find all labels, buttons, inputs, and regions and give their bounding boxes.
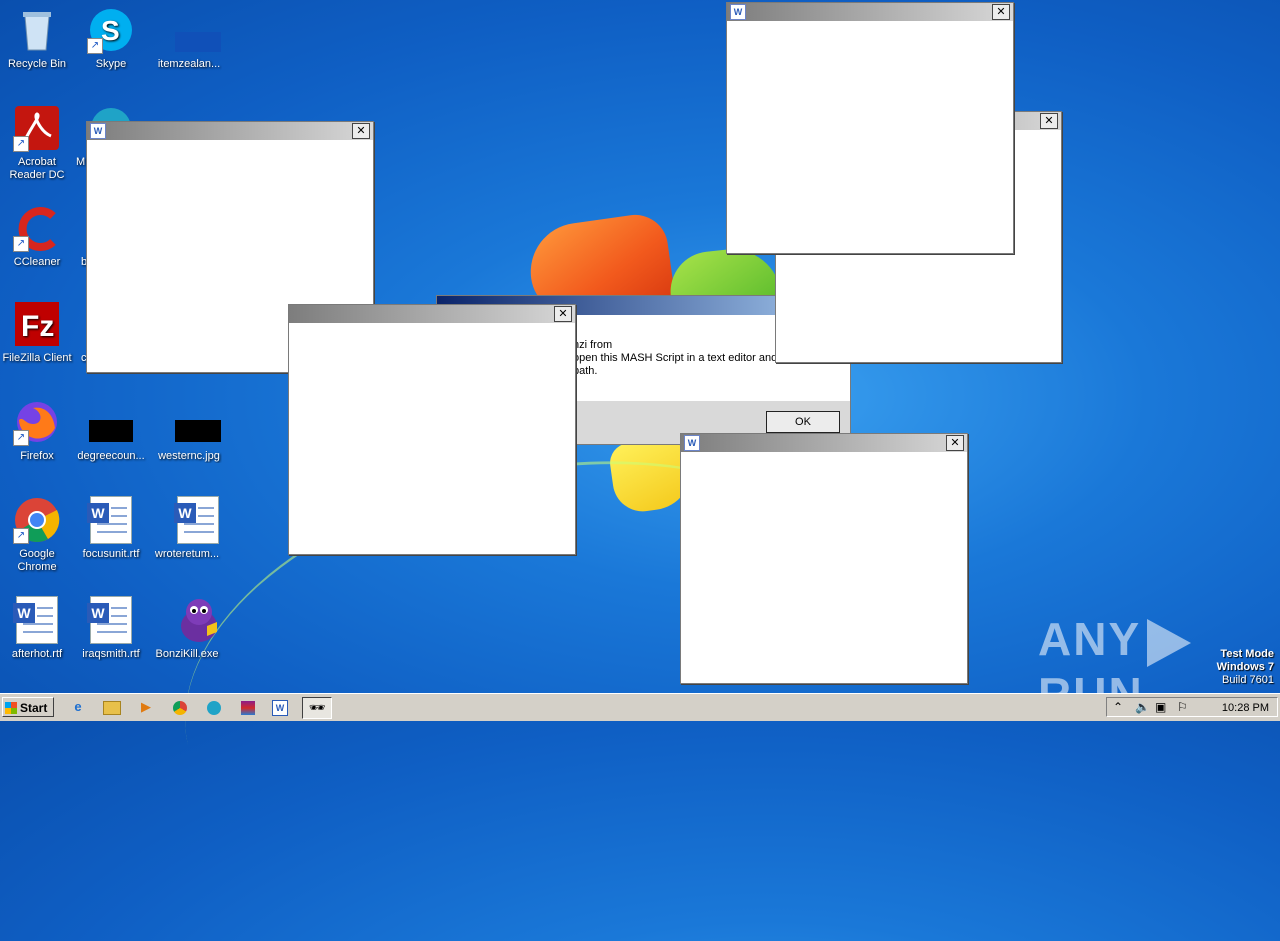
desktop-icon-acrobat[interactable]: ↗ Acrobat Reader DC (0, 104, 74, 182)
ie-icon: e (74, 699, 82, 714)
chrome-icon: ↗ (13, 496, 61, 544)
desktop-icon-itemzealan[interactable]: itemzealan... (148, 6, 222, 71)
image-thumbnail-icon (87, 398, 135, 446)
acrobat-icon: ↗ (13, 104, 61, 152)
wordpad-icon: W (90, 123, 106, 139)
ccleaner-icon: ↗ (13, 204, 61, 252)
desktop-icon-ccleaner[interactable]: ↗ CCleaner (0, 204, 74, 269)
skype-icon: S ↗ (87, 6, 135, 54)
close-icon[interactable]: ✕ (1040, 113, 1058, 129)
close-icon[interactable]: ✕ (554, 306, 572, 322)
word-document-icon: W (13, 596, 61, 644)
bonzi-icon: 🕶 (308, 700, 326, 715)
taskbar-edge[interactable] (202, 697, 226, 717)
blank-window-4[interactable]: W ✕ (680, 433, 968, 684)
close-icon[interactable]: ✕ (992, 4, 1010, 20)
start-button[interactable]: Start (2, 697, 54, 717)
action-center-flag-icon[interactable]: ⚐ (1177, 699, 1188, 715)
taskbar-chrome[interactable] (168, 697, 192, 717)
shortcut-arrow-icon: ↗ (87, 38, 103, 54)
media-player-icon: ▶ (141, 699, 151, 714)
desktop-icon-chrome[interactable]: ↗ Google Chrome (0, 496, 74, 574)
shortcut-arrow-icon: ↗ (13, 236, 29, 252)
recycle-bin-icon (13, 6, 61, 54)
desktop-icon-bonzikill[interactable]: BonziKill.exe (148, 596, 222, 661)
bonzi-purple-gorilla-icon (161, 596, 217, 644)
taskbar-ie[interactable]: e (66, 697, 90, 717)
taskbar-media-player[interactable]: ▶ (134, 697, 158, 717)
shortcut-arrow-icon: ↗ (13, 430, 29, 446)
desktop-icon-focusunit[interactable]: W focusunit.rtf (74, 496, 148, 561)
close-icon[interactable]: ✕ (352, 123, 370, 139)
filezilla-icon: Fz (13, 300, 61, 348)
taskbar-wordpad[interactable]: W (268, 697, 292, 717)
window-titlebar[interactable]: W ✕ (727, 3, 1013, 21)
archive-icon (241, 700, 255, 715)
clock[interactable]: 10:28 PM (1222, 700, 1269, 716)
desktop-icon-recycle-bin[interactable]: Recycle Bin (0, 6, 74, 71)
ok-button[interactable]: OK (766, 411, 840, 433)
network-icon[interactable]: ▣ (1155, 699, 1166, 715)
word-document-icon: W (87, 496, 135, 544)
shortcut-arrow-icon: ↗ (13, 528, 29, 544)
test-mode-notice: Test Mode Windows 7 Build 7601 (1216, 648, 1274, 686)
play-triangle-icon (1147, 618, 1192, 667)
image-thumbnail-icon (161, 398, 221, 446)
taskbar-winrar[interactable] (236, 697, 260, 717)
volume-icon[interactable]: 🔈 (1135, 699, 1150, 715)
show-hidden-icons-icon[interactable]: ⌃ (1113, 699, 1123, 715)
desktop-icon-firefox[interactable]: ↗ Firefox (0, 398, 74, 463)
windows-logo-icon (5, 702, 17, 714)
close-icon[interactable]: ✕ (946, 435, 964, 451)
message-text: nzi from open this MASH Script in a text… (573, 339, 778, 377)
wordpad-icon: W (272, 699, 288, 716)
shortcut-arrow-icon: ↗ (13, 136, 29, 152)
taskbar: Start e ▶ W 🕶 ⌃ 🔈 ▣ ⚐ 10:28 PM (0, 693, 1280, 721)
desktop-icon-westernc[interactable]: westernc.jpg (148, 398, 222, 463)
taskbar-bonzi[interactable]: 🕶 (302, 697, 332, 719)
folder-icon (103, 700, 121, 715)
desktop-icon-wroteretum[interactable]: W wroteretum... (148, 496, 222, 561)
firefox-icon: ↗ (13, 398, 61, 446)
blank-window-1[interactable]: W ✕ (726, 2, 1014, 254)
system-tray: ⌃ 🔈 ▣ ⚐ 10:28 PM (1106, 697, 1278, 717)
wordpad-icon: W (730, 4, 746, 20)
desktop-icon-skype[interactable]: S ↗ Skype (74, 6, 148, 71)
chrome-icon (173, 700, 187, 715)
taskbar-explorer[interactable] (100, 697, 124, 717)
window-titlebar[interactable]: W ✕ (87, 122, 373, 140)
blank-window-3[interactable]: ✕ (288, 304, 576, 555)
svg-text:S: S (101, 15, 120, 46)
window-titlebar[interactable]: W ✕ (681, 434, 967, 452)
edge-icon (207, 700, 221, 715)
wordpad-icon: W (684, 435, 700, 451)
window-titlebar[interactable]: ✕ (289, 305, 575, 323)
word-document-icon: W (87, 596, 135, 644)
desktop-icon-afterhot[interactable]: W afterhot.rtf (0, 596, 74, 661)
desktop-icon-filezilla[interactable]: Fz FileZilla Client (0, 300, 74, 365)
svg-text:Fz: Fz (21, 310, 54, 343)
desktop-icon-iraqsmith[interactable]: W iraqsmith.rtf (74, 596, 148, 661)
image-thumbnail-icon (161, 6, 221, 54)
desktop-icon-degreecoun[interactable]: degreecoun... (74, 398, 148, 463)
word-document-icon: W (161, 496, 219, 544)
